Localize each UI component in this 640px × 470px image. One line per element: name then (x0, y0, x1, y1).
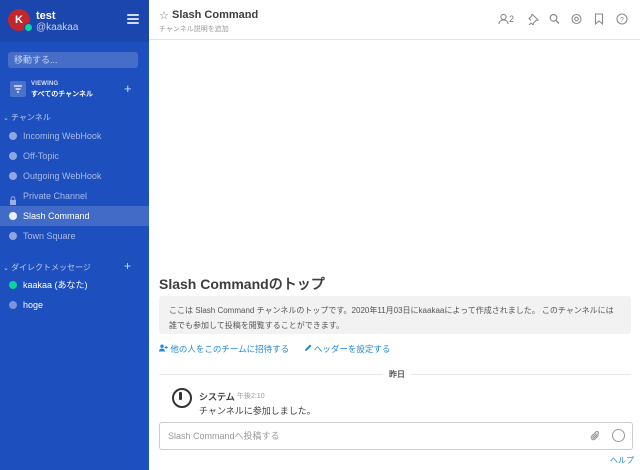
sidebar-item-dm-kaakaa[interactable]: kaakaa (あなた) (0, 275, 149, 295)
globe-icon (9, 172, 17, 180)
channel-filter[interactable]: VIEWING すべてのチャンネル + (10, 81, 140, 99)
add-user-icon (159, 344, 168, 352)
sidebar-item-label: Slash Command (23, 211, 90, 221)
sidebar-item-label: Outgoing WebHook (23, 171, 102, 181)
sidebar-item-outgoing-webhook[interactable]: Outgoing WebHook (0, 166, 149, 186)
chevron-down-icon: ⌄ (3, 115, 9, 122)
filter-icon (10, 81, 26, 97)
invite-members-link[interactable]: 他の人をこのチームに招待する (159, 344, 292, 354)
globe-icon (9, 132, 17, 140)
lock-icon (9, 192, 17, 205)
sidebar-item-dm-hoge[interactable]: hoge (0, 295, 149, 315)
mention-icon[interactable] (571, 13, 582, 27)
viewing-caption: VIEWING (31, 81, 59, 87)
attachment-icon[interactable] (590, 430, 601, 445)
sidebar-item-slash-command[interactable]: Slash Command (0, 206, 149, 226)
sidebar-item-label: Off-Topic (23, 151, 59, 161)
sidebar-item-label: Incoming WebHook (23, 131, 102, 141)
viewing-label: すべてのチャンネル (31, 91, 94, 98)
channel-intro-title: Slash Commandのトップ (159, 276, 325, 292)
sidebar-item-label: hoge (23, 300, 44, 310)
post-time[interactable]: 午後2:10 (237, 391, 265, 401)
members-icon[interactable] (498, 13, 509, 27)
sidebar-header: K test @kaakaa (0, 0, 149, 42)
pin-icon[interactable] (528, 13, 540, 27)
star-icon[interactable]: ☆ (159, 9, 169, 22)
channel-intro-text: ここは Slash Command チャンネルのトップです。2020年11月03… (159, 296, 631, 334)
help-icon[interactable]: ? (616, 13, 628, 27)
add-dm-icon[interactable]: + (124, 259, 131, 273)
post-input[interactable] (168, 429, 568, 443)
channel-intro-actions: 他の人をこのチームに招待する ヘッダーを設定する (159, 343, 402, 355)
channel-purpose[interactable]: チャンネル説明を追加 (159, 24, 229, 34)
globe-icon (9, 152, 17, 160)
date-separator: 昨日 (383, 369, 411, 380)
online-status-icon (24, 23, 33, 32)
sidebar-item-private-channel[interactable]: Private Channel (0, 186, 149, 206)
away-status-icon (9, 301, 17, 309)
emoji-icon[interactable] (612, 429, 625, 442)
channel-header: ☆ Slash Command ⌄ チャンネル説明を追加 2 ? (149, 0, 640, 40)
sidebar-item-label: kaakaa (あなた) (23, 280, 88, 290)
chevron-down-icon: ⌄ (3, 265, 9, 272)
bookmark-icon[interactable] (594, 13, 604, 27)
help-link[interactable]: ヘルプ (610, 455, 634, 466)
channels-section-title[interactable]: ⌄ チャンネル (3, 112, 51, 123)
user-handle: @kaakaa (36, 22, 79, 33)
online-status-icon (9, 281, 17, 289)
search-icon[interactable] (549, 13, 560, 27)
svg-text:?: ? (620, 17, 624, 24)
add-channel-icon[interactable]: + (124, 81, 132, 97)
member-count[interactable]: 2 (509, 14, 514, 24)
sidebar-item-town-square[interactable]: Town Square (0, 226, 149, 246)
dm-section-title[interactable]: ⌄ ダイレクトメッセージ (3, 262, 91, 273)
system-avatar (172, 388, 192, 408)
hamburger-menu-icon[interactable] (127, 14, 139, 24)
globe-icon (9, 212, 17, 220)
team-name[interactable]: test (36, 10, 56, 22)
globe-icon (9, 232, 17, 240)
post-message: チャンネルに参加しました。 (199, 406, 316, 416)
sidebar-item-label: Private Channel (23, 191, 88, 201)
pencil-icon (304, 344, 311, 351)
chevron-down-icon[interactable]: ⌄ (244, 10, 252, 21)
sidebar-item-off-topic[interactable]: Off-Topic (0, 146, 149, 166)
sidebar-item-label: Town Square (23, 231, 76, 241)
post-username[interactable]: システム (199, 390, 235, 403)
set-header-link[interactable]: ヘッダーを設定する (304, 344, 390, 354)
sidebar: K test @kaakaa 移動する... VIEWING すべてのチャンネル… (0, 0, 149, 470)
sidebar-item-incoming-webhook[interactable]: Incoming WebHook (0, 126, 149, 146)
channel-switcher-input[interactable]: 移動する... (8, 52, 138, 68)
post-composer (159, 422, 633, 450)
